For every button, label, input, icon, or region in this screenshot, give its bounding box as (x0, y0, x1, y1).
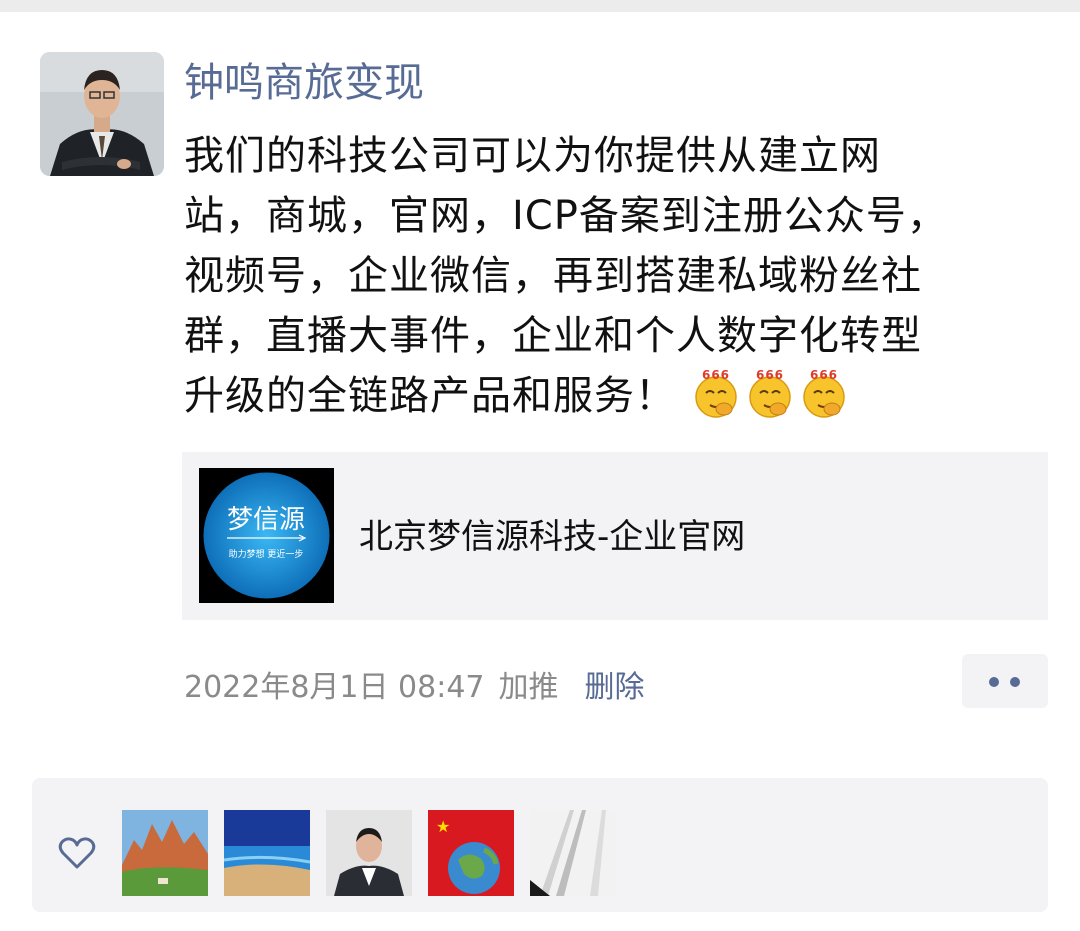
link-logo-text: 梦信源 (227, 505, 305, 535)
author-avatar[interactable] (40, 52, 164, 176)
666-emoji-icon: 666 (690, 367, 742, 419)
emoji-label: 666 (756, 368, 784, 382)
more-dots-icon (989, 677, 999, 687)
promo-label[interactable]: 加推 (499, 670, 559, 705)
post-text-line: 升级的全链路产品和服务！ (184, 373, 676, 419)
liker-avatar-sea[interactable] (224, 810, 310, 896)
post-text-line: 视频号，企业微信，再到搭建私域粉丝社 (184, 253, 922, 299)
liker-avatar-mountain[interactable] (122, 810, 208, 896)
shared-link-card[interactable]: 梦信源 助力梦想 更近一步 北京梦信源科技-企业官网 (182, 452, 1048, 620)
post-text-line: 站，商城，官网，ICP备案到注册公众号， (184, 193, 948, 239)
666-emoji-icon: 666 (798, 367, 850, 419)
author-name[interactable]: 钟鸣商旅变现 (184, 56, 424, 110)
liker-avatar-architecture[interactable] (530, 810, 616, 896)
666-emoji-icon: 666 (744, 367, 796, 419)
link-thumbnail: 梦信源 助力梦想 更近一步 (199, 468, 334, 603)
likes-panel: ★ (32, 778, 1048, 912)
emoji-label: 666 (702, 368, 730, 382)
post-timestamp: 2022年8月1日 08:47 (184, 670, 485, 705)
liker-avatar-china-globe[interactable]: ★ (428, 810, 514, 896)
link-logo-slogan: 助力梦想 更近一步 (229, 548, 304, 560)
post-text-line: 群，直播大事件，企业和个人数字化转型 (184, 313, 922, 359)
svg-text:★: ★ (436, 817, 450, 836)
post-text-line-last: 升级的全链路产品和服务！ 666 666 666 (184, 366, 1034, 426)
post-meta: 2022年8月1日 08:47 加推 删除 (184, 666, 645, 710)
liker-avatar-man[interactable] (326, 810, 412, 896)
post-text-line: 我们的科技公司可以为你提供从建立网 (184, 133, 881, 179)
delete-link[interactable]: 删除 (585, 670, 645, 705)
top-divider (0, 0, 1080, 12)
more-dots-icon (1010, 677, 1020, 687)
emoji-label: 666 (810, 368, 838, 382)
more-actions-button[interactable] (962, 654, 1048, 708)
post-text: 我们的科技公司可以为你提供从建立网 站，商城，官网，ICP备案到注册公众号， 视… (184, 126, 1034, 426)
heart-outline-icon (58, 837, 96, 869)
link-title: 北京梦信源科技-企业官网 (359, 517, 746, 557)
